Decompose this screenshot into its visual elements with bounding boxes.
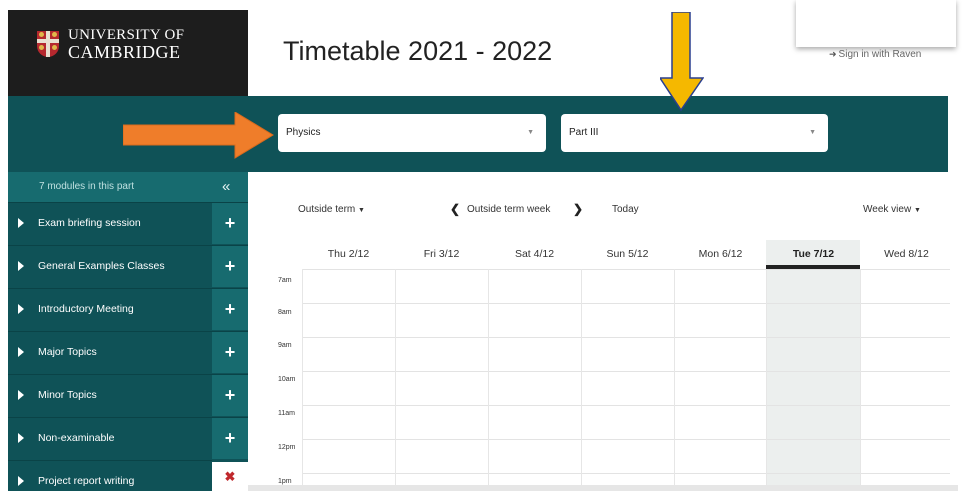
hour-label: 7am <box>278 277 292 284</box>
module-item-non-examinable[interactable]: Non-examinable <box>8 417 212 459</box>
module-item-project-report-writing[interactable]: Project report writing <box>8 460 212 491</box>
today-column <box>766 240 860 491</box>
chevron-down-icon: ▼ <box>809 129 816 136</box>
term-dropdown-label: Outside term <box>298 204 356 215</box>
sign-in-link[interactable]: ➜ Sign in with Raven <box>829 49 921 60</box>
university-crest-icon <box>37 31 59 57</box>
remove-module-button[interactable]: ✖ <box>212 462 248 491</box>
day-header[interactable]: Sat 4/12 <box>488 248 581 260</box>
week-label: Outside term week <box>467 204 551 215</box>
module-item-label: Project report writing <box>38 475 135 487</box>
university-logo[interactable]: UNIVERSITY OF CAMBRIDGE <box>8 10 248 96</box>
module-item-label: Introductory Meeting <box>38 303 134 315</box>
caret-right-icon <box>18 218 24 228</box>
day-header[interactable]: Sun 5/12 <box>581 248 674 260</box>
today-button[interactable]: Today <box>612 204 639 215</box>
plus-icon: + <box>224 213 236 233</box>
term-dropdown[interactable]: Outside term ▼ <box>298 204 365 215</box>
hour-line <box>302 337 950 338</box>
add-module-button[interactable]: + <box>212 331 248 373</box>
view-dropdown-label: Week view <box>863 204 912 215</box>
column-line <box>766 269 767 491</box>
subject-select[interactable]: Physics ▼ <box>278 114 546 152</box>
module-count: 7 modules in this part <box>39 181 135 192</box>
close-icon: ✖ <box>224 469 236 484</box>
hour-line <box>302 439 950 440</box>
column-line <box>674 269 675 491</box>
day-header-active[interactable]: Tue 7/12 <box>767 248 860 260</box>
part-select-value: Part III <box>569 127 599 138</box>
double-chevron-left-icon[interactable]: « <box>222 178 230 195</box>
orange-arrow-icon <box>123 112 274 159</box>
module-item-label: Non-examinable <box>38 432 115 444</box>
column-line <box>302 269 303 491</box>
module-item-exam-briefing-session[interactable]: Exam briefing session <box>8 202 212 244</box>
module-item-general-examples-classes[interactable]: General Examples Classes <box>8 245 212 287</box>
chevron-left-icon[interactable]: ❮ <box>450 202 460 216</box>
plus-icon: + <box>224 342 236 362</box>
timetable-page: UNIVERSITY OF CAMBRIDGE Timetable 2021 -… <box>0 0 964 491</box>
sign-in-label: Sign in with Raven <box>838 49 922 60</box>
hour-label: 12pm <box>278 444 296 451</box>
plus-icon: + <box>224 299 236 319</box>
caret-right-icon <box>18 347 24 357</box>
column-line <box>860 269 861 491</box>
module-item-introductory-meeting[interactable]: Introductory Meeting <box>8 288 212 330</box>
add-module-button[interactable]: + <box>212 288 248 330</box>
module-item-minor-topics[interactable]: Minor Topics <box>8 374 212 416</box>
add-module-button[interactable]: + <box>212 202 248 244</box>
day-header[interactable]: Mon 6/12 <box>674 248 767 260</box>
university-line1: UNIVERSITY OF <box>68 27 185 43</box>
day-header[interactable]: Wed 8/12 <box>860 248 953 260</box>
caret-right-icon <box>18 433 24 443</box>
horizontal-scrollbar[interactable] <box>248 485 958 491</box>
sign-in-icon: ➜ <box>829 49 837 59</box>
subject-select-value: Physics <box>286 127 321 138</box>
page-title: Timetable 2021 - 2022 <box>283 36 553 66</box>
caret-down-icon: ▼ <box>358 207 365 214</box>
hour-line <box>302 303 950 304</box>
hour-label: 1pm <box>278 478 292 485</box>
day-header[interactable]: Thu 2/12 <box>302 248 395 260</box>
part-select[interactable]: Part III ▼ <box>561 114 828 152</box>
column-line <box>488 269 489 491</box>
module-item-label: General Examples Classes <box>38 260 165 272</box>
hour-label: 8am <box>278 309 292 316</box>
hour-line <box>302 473 950 474</box>
module-item-label: Major Topics <box>38 346 97 358</box>
add-module-button[interactable]: + <box>212 374 248 416</box>
hour-line <box>302 405 950 406</box>
hour-line <box>302 269 950 270</box>
popup-panel <box>796 0 956 47</box>
view-dropdown[interactable]: Week view ▼ <box>863 204 921 215</box>
caret-right-icon <box>18 304 24 314</box>
plus-icon: + <box>224 428 236 448</box>
plus-icon: + <box>224 385 236 405</box>
add-module-button[interactable]: + <box>212 245 248 287</box>
caret-down-icon: ▼ <box>913 207 921 214</box>
university-wordmark: UNIVERSITY OF CAMBRIDGE <box>68 27 185 62</box>
module-item-major-topics[interactable]: Major Topics <box>8 331 212 373</box>
module-item-label: Minor Topics <box>38 389 97 401</box>
column-line <box>581 269 582 491</box>
hour-label: 9am <box>278 342 292 349</box>
plus-icon: + <box>224 256 236 276</box>
hour-label: 11am <box>278 410 295 417</box>
add-module-button[interactable]: + <box>212 417 248 459</box>
caret-right-icon <box>18 390 24 400</box>
university-line2: CAMBRIDGE <box>68 42 181 62</box>
column-line <box>395 269 396 491</box>
module-item-label: Exam briefing session <box>38 217 141 229</box>
day-header[interactable]: Fri 3/12 <box>395 248 488 260</box>
caret-right-icon <box>18 261 24 271</box>
hour-label: 10am <box>278 376 296 383</box>
chevron-right-icon[interactable]: ❯ <box>573 202 583 216</box>
yellow-arrow-icon <box>660 12 704 112</box>
chevron-down-icon: ▼ <box>527 129 534 136</box>
hour-line <box>302 371 950 372</box>
caret-right-icon <box>18 476 24 486</box>
